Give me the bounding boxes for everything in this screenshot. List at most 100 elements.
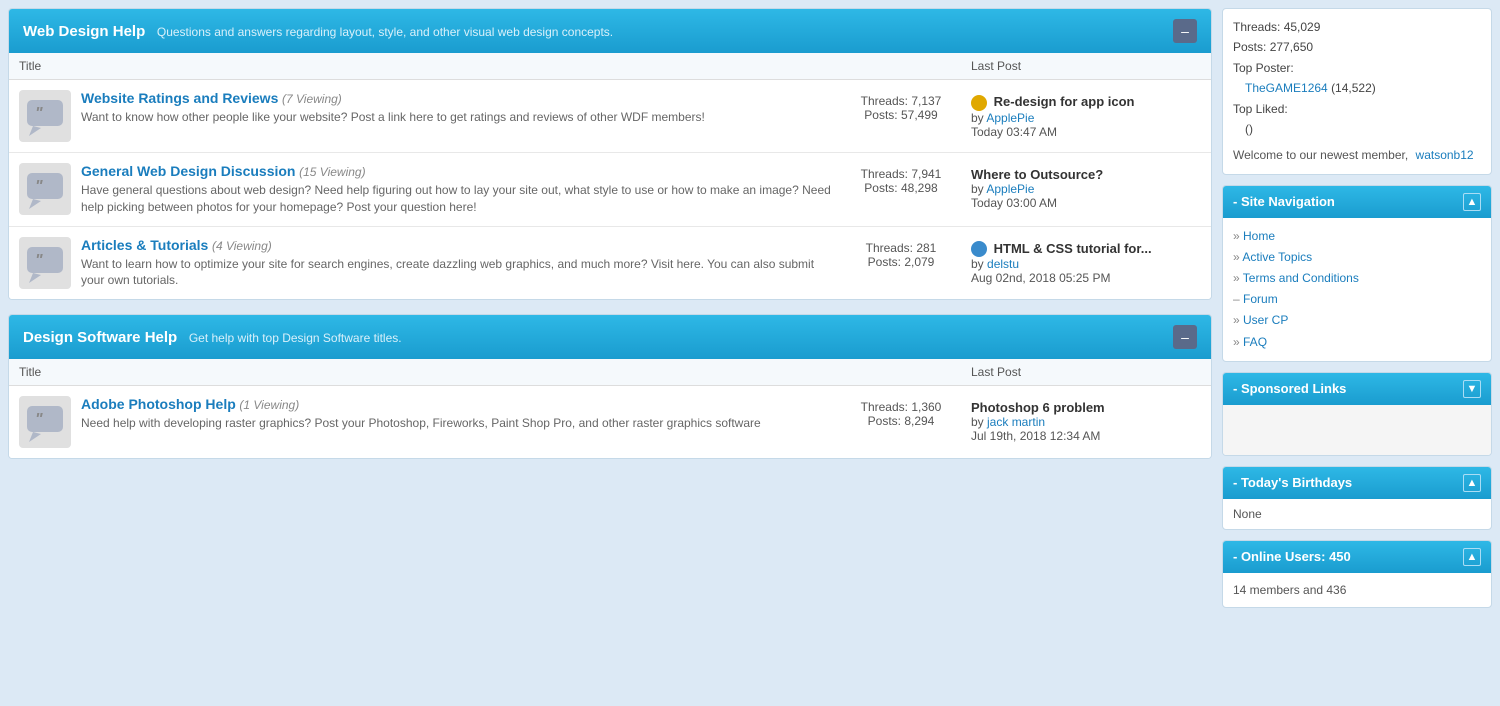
online-users-box: - Online Users: 450 ▲ 14 members and 436 xyxy=(1222,540,1492,608)
sponsored-header: - Sponsored Links ▼ xyxy=(1223,373,1491,405)
online-title: - Online Users: 450 xyxy=(1233,549,1351,564)
online-users-count: 14 members and 436 xyxy=(1233,583,1346,597)
last-post-info: Where to Outsource? by ApplePie Today 03… xyxy=(971,163,1201,210)
forum-title-link[interactable]: Adobe Photoshop Help xyxy=(81,396,236,412)
col-title-header: Title xyxy=(19,365,831,379)
col-stats-header xyxy=(831,59,971,73)
section-description: Questions and answers regarding layout, … xyxy=(157,25,613,39)
svg-text:": " xyxy=(35,252,43,269)
forum-table-header: Title Last Post xyxy=(9,53,1211,80)
lastpost-info-icon xyxy=(971,241,987,257)
online-toggle-button[interactable]: ▲ xyxy=(1463,548,1481,566)
last-post-info: Photoshop 6 problem by jack martin Jul 1… xyxy=(971,396,1201,443)
forum-row: " Adobe Photoshop Help (1 Viewing) Need … xyxy=(9,386,1211,458)
forum-description: Need help with developing raster graphic… xyxy=(81,415,831,432)
lastpost-author-link[interactable]: delstu xyxy=(987,257,1019,271)
newest-member-link[interactable]: watsonb12 xyxy=(1416,148,1474,162)
col-lastpost-header: Last Post xyxy=(971,59,1201,73)
birthdays-box: - Today's Birthdays ▲ None xyxy=(1222,466,1492,530)
svg-text:": " xyxy=(35,105,43,122)
forum-title-link[interactable]: Articles & Tutorials xyxy=(81,237,208,253)
lastpost-author-link[interactable]: ApplePie xyxy=(986,111,1034,125)
collapse-section-button[interactable]: – xyxy=(1173,325,1197,349)
birthdays-header: - Today's Birthdays ▲ xyxy=(1223,467,1491,499)
nav-link-forum[interactable]: Forum xyxy=(1233,289,1481,310)
section-header-title-area: Design Software Help Get help with top D… xyxy=(23,329,402,346)
col-stats-header xyxy=(831,365,971,379)
forum-table-header: Title Last Post xyxy=(9,359,1211,386)
birthdays-toggle-button[interactable]: ▲ xyxy=(1463,474,1481,492)
viewers-count: (15 Viewing) xyxy=(299,165,365,179)
top-poster-count: (14,522) xyxy=(1331,81,1376,95)
svg-text:": " xyxy=(35,411,43,428)
top-poster-value: TheGAME1264 (14,522) xyxy=(1233,78,1481,98)
forum-info: General Web Design Discussion (15 Viewin… xyxy=(81,163,831,216)
birthdays-title: - Today's Birthdays xyxy=(1233,475,1352,490)
chat-bubble-icon: " xyxy=(23,241,67,285)
chat-bubble-icon: " xyxy=(23,400,67,444)
forum-stats: Threads: 7,941 Posts: 48,298 xyxy=(831,163,971,195)
lastpost-author-link[interactable]: jack martin xyxy=(987,415,1045,429)
nav-link-home[interactable]: Home xyxy=(1233,226,1481,247)
forum-title-link[interactable]: General Web Design Discussion xyxy=(81,163,295,179)
viewers-count: (7 Viewing) xyxy=(282,92,342,106)
nav-link-terms[interactable]: Terms and Conditions xyxy=(1233,268,1481,289)
svg-text:": " xyxy=(35,178,43,195)
col-title-header: Title xyxy=(19,59,831,73)
section-header-title-area: Web Design Help Questions and answers re… xyxy=(23,23,613,40)
lastpost-title: Re-design for app icon xyxy=(971,94,1201,111)
nav-link-active-topics[interactable]: Active Topics xyxy=(1233,247,1481,268)
forum-row: " Articles & Tutorials (4 Viewing) Want … xyxy=(9,227,1211,300)
lastpost-title: HTML & CSS tutorial for... xyxy=(971,241,1201,258)
top-poster-link[interactable]: TheGAME1264 xyxy=(1245,81,1328,95)
birthday-none: None xyxy=(1233,507,1262,521)
collapse-section-button[interactable]: – xyxy=(1173,19,1197,43)
lastpost-by: by ApplePie xyxy=(971,182,1201,196)
section-header-web-design: Web Design Help Questions and answers re… xyxy=(9,9,1211,53)
forum-info: Adobe Photoshop Help (1 Viewing) Need he… xyxy=(81,396,831,432)
navigation-title: - Site Navigation xyxy=(1233,194,1335,209)
viewers-count: (4 Viewing) xyxy=(212,239,272,253)
lastpost-title: Where to Outsource? xyxy=(971,167,1201,182)
forum-row: " General Web Design Discussion (15 View… xyxy=(9,153,1211,227)
welcome-text: Welcome to our newest member, watsonb12 xyxy=(1233,145,1481,165)
chat-bubble-icon: " xyxy=(23,167,67,211)
viewers-count: (1 Viewing) xyxy=(239,398,299,412)
last-post-info: HTML & CSS tutorial for... by delstu Aug… xyxy=(971,237,1201,286)
stats-box: Threads: 45,029 Posts: 277,650 Top Poste… xyxy=(1222,8,1492,175)
top-poster-label: Top Poster: xyxy=(1233,58,1481,78)
nav-link-user-cp[interactable]: User CP xyxy=(1233,310,1481,331)
section-header-design-software: Design Software Help Get help with top D… xyxy=(9,315,1211,359)
sponsored-links-box: - Sponsored Links ▼ xyxy=(1222,372,1492,456)
forum-description: Want to learn how to optimize your site … xyxy=(81,256,831,290)
forum-row: " Website Ratings and Reviews (7 Viewing… xyxy=(9,80,1211,153)
last-post-info: Re-design for app icon by ApplePie Today… xyxy=(971,90,1201,139)
sponsored-content xyxy=(1223,405,1491,455)
section-title: Design Software Help xyxy=(23,329,177,346)
lastpost-author-link[interactable]: ApplePie xyxy=(986,182,1034,196)
forum-icon: " xyxy=(19,90,71,142)
section-title: Web Design Help xyxy=(23,23,145,40)
threads-stat: Threads: 45,029 xyxy=(1233,17,1481,37)
forum-description: Have general questions about web design?… xyxy=(81,182,831,216)
chat-bubble-icon: " xyxy=(23,94,67,138)
top-liked-label: Top Liked: xyxy=(1233,99,1481,119)
forum-icon: " xyxy=(19,237,71,289)
web-design-section: Web Design Help Questions and answers re… xyxy=(8,8,1212,300)
top-liked-value: () xyxy=(1233,119,1481,139)
forum-stats: Threads: 7,137 Posts: 57,499 xyxy=(831,90,971,122)
navigation-content: Home Active Topics Terms and Conditions … xyxy=(1223,218,1491,361)
nav-link-faq[interactable]: FAQ xyxy=(1233,332,1481,353)
sponsored-toggle-button[interactable]: ▼ xyxy=(1463,380,1481,398)
navigation-toggle-button[interactable]: ▲ xyxy=(1463,193,1481,211)
lastpost-time: Jul 19th, 2018 12:34 AM xyxy=(971,429,1201,443)
design-software-section: Design Software Help Get help with top D… xyxy=(8,314,1212,459)
online-content: 14 members and 436 xyxy=(1223,573,1491,607)
posts-stat: Posts: 277,650 xyxy=(1233,37,1481,57)
forum-title-link[interactable]: Website Ratings and Reviews xyxy=(81,90,278,106)
forum-description: Want to know how other people like your … xyxy=(81,109,831,126)
sidebar: Threads: 45,029 Posts: 277,650 Top Poste… xyxy=(1222,8,1492,608)
forum-icon: " xyxy=(19,396,71,448)
forum-info: Website Ratings and Reviews (7 Viewing) … xyxy=(81,90,831,126)
lastpost-title: Photoshop 6 problem xyxy=(971,400,1201,415)
